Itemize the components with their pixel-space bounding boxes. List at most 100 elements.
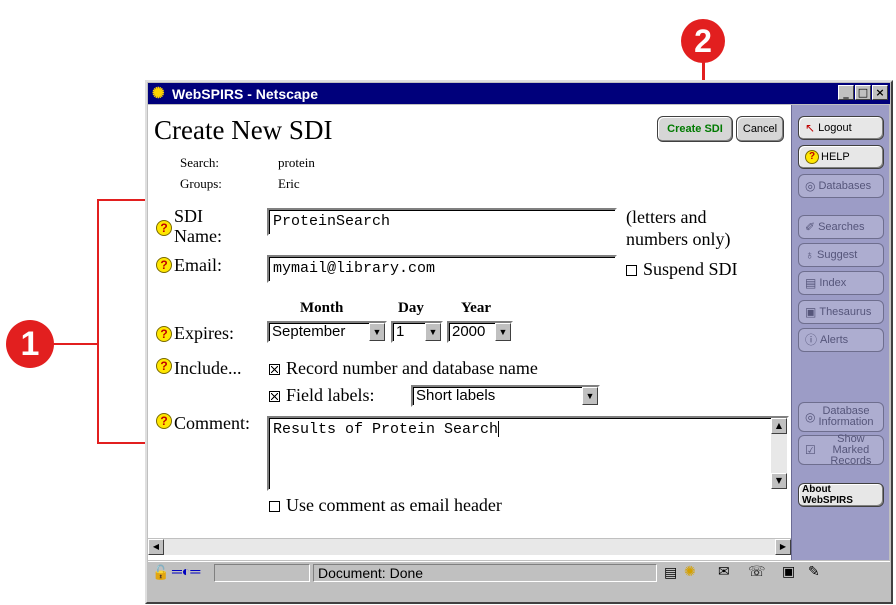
record-number-row: Record number and database name xyxy=(269,358,538,379)
suspend-sdi-row: Suspend SDI xyxy=(626,259,738,280)
window-title: WebSPIRS - Netscape xyxy=(172,85,319,102)
logout-button[interactable]: ↖ Logout xyxy=(798,116,884,140)
field-labels-select[interactable]: Short labels ▼ xyxy=(411,385,600,407)
search-value: protein xyxy=(278,155,315,170)
thesaurus-icon: ▣ xyxy=(805,304,817,319)
cancel-button[interactable]: Cancel xyxy=(736,116,784,142)
record-number-checkbox[interactable] xyxy=(269,364,280,376)
status-progress-cell xyxy=(214,564,310,582)
index-label: Index xyxy=(819,276,847,289)
help-question-icon[interactable]: ? xyxy=(156,413,172,429)
maximize-button[interactable]: □ xyxy=(855,85,871,100)
create-sdi-button[interactable]: Create SDI xyxy=(657,116,733,142)
netscape-logo-icon: ✺ xyxy=(152,84,165,102)
comment-scrollbar[interactable]: ▲ ▼ xyxy=(771,418,787,489)
window-titlebar: ✺ WebSPIRS - Netscape _ □ × xyxy=(148,83,890,104)
record-number-label: Record number and database name xyxy=(286,358,538,378)
expires-label: Expires: xyxy=(174,323,234,343)
help-label: HELP xyxy=(821,150,850,163)
scroll-left-button[interactable]: ◀ xyxy=(148,539,164,555)
callout-1-bracket-vertical xyxy=(97,199,99,443)
email-label: Email: xyxy=(174,255,222,275)
chevron-down-icon[interactable]: ▼ xyxy=(369,323,385,341)
help-question-icon[interactable]: ? xyxy=(156,220,172,236)
comment-label: Comment: xyxy=(174,413,250,433)
sdi-name-label-line1: SDI xyxy=(174,206,204,226)
field-labels-label: Field labels: xyxy=(286,385,375,405)
help-question-icon: ? xyxy=(805,150,819,164)
callout-1-connector xyxy=(52,343,98,345)
database-information-button[interactable]: ◎ Database Information xyxy=(798,402,884,432)
address-book-icon[interactable]: ▣ xyxy=(782,563,795,580)
suggest-button[interactable]: ♁ Suggest xyxy=(798,243,884,267)
searches-icon: ✐ xyxy=(805,219,816,234)
status-text: Document: Done xyxy=(318,565,424,581)
navigator-icon[interactable]: ✺ xyxy=(684,563,696,580)
databases-button[interactable]: ◎ Databases xyxy=(798,174,884,198)
use-comment-checkbox[interactable] xyxy=(269,501,280,513)
comment-textarea[interactable]: Results of Protein Search ▲ ▼ xyxy=(267,416,789,491)
minimize-button[interactable]: _ xyxy=(838,85,854,100)
help-question-icon[interactable]: ? xyxy=(156,358,172,374)
index-button[interactable]: ▤ Index xyxy=(798,271,884,295)
month-select[interactable]: September ▼ xyxy=(267,321,387,343)
day-select[interactable]: 1 ▼ xyxy=(391,321,443,343)
scroll-up-button[interactable]: ▲ xyxy=(771,418,787,434)
day-select-value: 1 xyxy=(396,323,405,340)
logout-icon: ↖ xyxy=(805,120,816,135)
show-marked-records-label: Show Marked Records xyxy=(819,432,883,467)
sdi-name-input[interactable]: ProteinSearch xyxy=(267,208,617,236)
page-title: Create New SDI xyxy=(154,115,333,145)
searches-button[interactable]: ✐ Searches xyxy=(798,215,884,239)
year-select-value: 2000 xyxy=(452,323,486,340)
status-text-cell: Document: Done xyxy=(313,564,657,582)
connection-icon: ═◐═ xyxy=(172,563,201,579)
scroll-right-button[interactable]: ▶ xyxy=(775,539,791,555)
security-lock-icon[interactable]: 🔓 xyxy=(152,564,169,581)
suspend-sdi-label: Suspend SDI xyxy=(643,259,738,279)
use-comment-row: Use comment as email header xyxy=(269,495,502,516)
about-webspirs-button[interactable]: About WebSPIRS xyxy=(798,483,884,507)
logout-label: Logout xyxy=(818,121,852,134)
include-label-row: ? Include... xyxy=(156,358,241,379)
month-header: Month xyxy=(300,300,344,316)
window-controls: _ □ × xyxy=(837,85,888,100)
help-button[interactable]: ? HELP xyxy=(798,145,884,169)
email-label-row: ? Email: xyxy=(156,255,222,276)
chevron-down-icon[interactable]: ▼ xyxy=(425,323,441,341)
field-labels-checkbox[interactable] xyxy=(269,391,280,403)
database-information-label: Database Information xyxy=(818,406,873,428)
component-bar-icon[interactable]: ▤ xyxy=(664,564,677,581)
page-horizontal-scrollbar[interactable]: ◀ ▶ xyxy=(148,538,791,555)
thesaurus-button[interactable]: ▣ Thesaurus xyxy=(798,300,884,324)
show-marked-records-button[interactable]: ☑ Show Marked Records xyxy=(798,432,884,467)
scroll-down-button[interactable]: ▼ xyxy=(771,473,787,489)
databases-icon: ◎ xyxy=(805,178,816,193)
chevron-down-icon[interactable]: ▼ xyxy=(495,323,511,341)
year-header: Year xyxy=(461,300,491,316)
alerts-button[interactable]: ⓘ Alerts xyxy=(798,328,884,352)
close-button[interactable]: × xyxy=(872,85,888,100)
chevron-down-icon[interactable]: ▼ xyxy=(582,387,598,405)
year-select[interactable]: 2000 ▼ xyxy=(447,321,513,343)
searches-label: Searches xyxy=(818,220,865,233)
mail-icon[interactable]: ✉ xyxy=(718,563,730,580)
include-label: Include... xyxy=(174,358,242,378)
email-input[interactable]: mymail@library.com xyxy=(267,255,617,283)
about-webspirs-label: About WebSPIRS xyxy=(802,484,853,506)
database-information-line2: Information xyxy=(818,416,874,428)
help-question-icon[interactable]: ? xyxy=(156,257,172,273)
sdi-name-label: ? SDI Name: xyxy=(156,206,222,246)
suspend-sdi-checkbox[interactable] xyxy=(626,265,637,277)
callout-2-badge: 2 xyxy=(681,19,725,63)
text-cursor xyxy=(498,421,500,438)
composer-icon[interactable]: ✎ xyxy=(808,563,820,580)
sdi-name-note: (letters and numbers only) xyxy=(626,206,730,250)
help-question-icon[interactable]: ? xyxy=(156,326,172,342)
show-marked-records-line1: Show Marked xyxy=(832,432,870,456)
show-marked-records-line2: Records xyxy=(830,454,872,467)
thesaurus-label: Thesaurus xyxy=(819,305,872,318)
newsgroups-icon[interactable]: ☏ xyxy=(748,563,766,580)
suggest-bulb-icon: ♁ xyxy=(805,247,814,262)
page-content: Create New SDI Create SDI Cancel Search:… xyxy=(148,105,791,560)
